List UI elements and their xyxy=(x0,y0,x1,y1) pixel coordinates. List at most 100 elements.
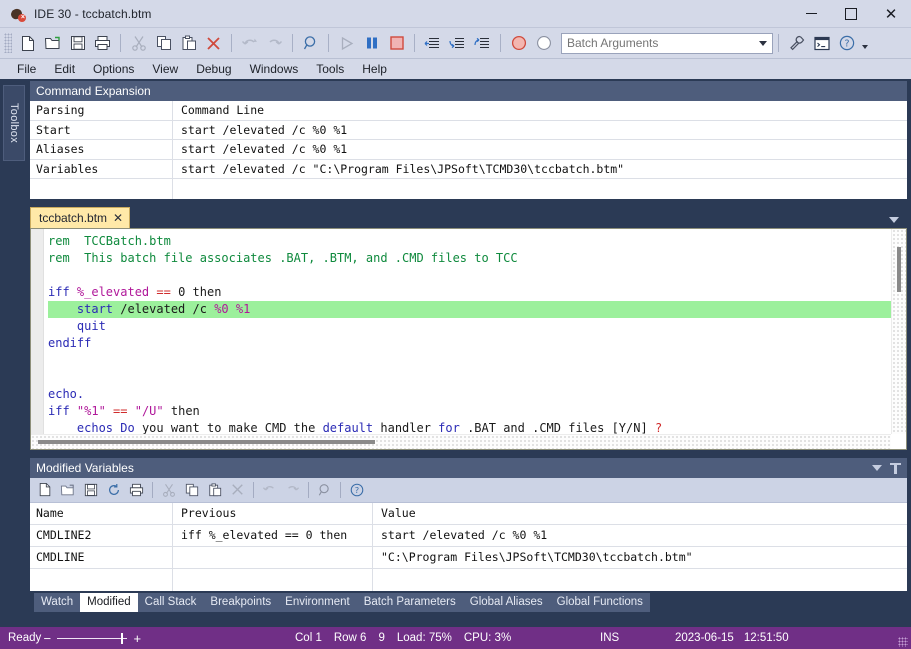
editor-gutter[interactable] xyxy=(31,228,44,449)
table-row[interactable]: Start start /elevated /c %0 %1 xyxy=(30,120,907,140)
table-row[interactable]: Aliases start /elevated /c %0 %1 xyxy=(30,140,907,160)
step-over-icon[interactable] xyxy=(446,32,469,55)
editor-vertical-scrollbar[interactable] xyxy=(891,228,906,434)
code-line[interactable] xyxy=(48,267,906,284)
menu-item-debug[interactable]: Debug xyxy=(187,60,240,78)
new-file-icon[interactable] xyxy=(34,479,55,500)
print-icon[interactable] xyxy=(91,32,114,55)
save-file-icon[interactable] xyxy=(80,479,101,500)
tab-environment[interactable]: Environment xyxy=(278,592,357,612)
clear-breakpoints-icon[interactable] xyxy=(532,32,555,55)
open-file-icon[interactable] xyxy=(57,479,78,500)
paste-icon[interactable] xyxy=(204,479,225,500)
find-icon[interactable] xyxy=(314,479,335,500)
maximize-button[interactable] xyxy=(831,0,871,28)
copy-icon[interactable] xyxy=(152,32,175,55)
configure-icon[interactable] xyxy=(785,32,808,55)
delete-icon[interactable] xyxy=(202,32,225,55)
undo-icon[interactable] xyxy=(238,32,261,55)
undo-icon[interactable] xyxy=(259,479,280,500)
refresh-icon[interactable] xyxy=(103,479,124,500)
cut-icon[interactable] xyxy=(158,479,179,500)
code-line[interactable]: rem TCCBatch.btm xyxy=(48,233,906,250)
menu-item-help[interactable]: Help xyxy=(353,60,396,78)
resize-grip[interactable] xyxy=(898,637,908,647)
help-icon[interactable]: ? xyxy=(835,32,858,55)
code-line[interactable]: echo. xyxy=(48,386,906,403)
tab-modified[interactable]: Modified xyxy=(80,592,138,612)
new-file-icon[interactable] xyxy=(16,32,39,55)
pin-icon[interactable] xyxy=(890,462,901,474)
breakpoint-icon[interactable] xyxy=(507,32,530,55)
minimize-button[interactable] xyxy=(791,0,831,28)
code-line[interactable]: iff %_elevated == 0 then xyxy=(48,284,906,301)
open-file-icon[interactable] xyxy=(41,32,64,55)
scrollbar-thumb[interactable] xyxy=(897,246,901,292)
menu-item-edit[interactable]: Edit xyxy=(45,60,84,78)
redo-icon[interactable] xyxy=(263,32,286,55)
code-line[interactable] xyxy=(48,352,906,369)
delete-icon[interactable] xyxy=(227,479,248,500)
column-header-previous[interactable]: Previous xyxy=(173,502,373,524)
tab-watch[interactable]: Watch xyxy=(34,592,81,612)
menu-item-view[interactable]: View xyxy=(143,60,187,78)
editor-tab-chevron-down-icon[interactable] xyxy=(889,216,899,223)
code-line[interactable]: iff "%1" == "/U" then xyxy=(48,403,906,420)
zoom-thumb[interactable] xyxy=(121,632,124,644)
batch-arguments-input[interactable] xyxy=(562,33,772,53)
menu-item-tools[interactable]: Tools xyxy=(307,60,353,78)
tab-call-stack[interactable]: Call Stack xyxy=(137,592,204,612)
table-row[interactable]: CMDLINE "C:\Program Files\JPSoft\TCMD30\… xyxy=(30,546,907,569)
editor-tab-tccbatch[interactable]: tccbatch.btm ✕ xyxy=(30,206,131,228)
scrollbar-thumb[interactable] xyxy=(38,439,375,444)
table-row[interactable]: Variables start /elevated /c "C:\Program… xyxy=(30,159,907,179)
paste-icon[interactable] xyxy=(177,32,200,55)
close-icon[interactable]: ✕ xyxy=(113,211,123,225)
editor-code[interactable]: rem TCCBatch.btm rem This batch file ass… xyxy=(44,229,906,449)
step-into-icon[interactable] xyxy=(421,32,444,55)
batch-arguments-combo[interactable] xyxy=(561,32,773,54)
toolbox-tab[interactable]: Toolbox xyxy=(3,85,25,161)
redo-icon[interactable] xyxy=(282,479,303,500)
table-row[interactable] xyxy=(30,179,907,199)
stop-icon[interactable] xyxy=(385,32,408,55)
console-icon[interactable] xyxy=(810,32,833,55)
zoom-out-button[interactable]: − xyxy=(41,631,53,646)
column-header-name[interactable]: Name xyxy=(30,502,173,524)
table-row[interactable] xyxy=(30,568,907,591)
zoom-in-button[interactable]: + xyxy=(131,631,143,646)
code-line[interactable]: start /elevated /c %0 %1 xyxy=(48,300,906,318)
toolbar-overflow-chevron-icon[interactable] xyxy=(862,44,868,49)
code-line[interactable]: quit xyxy=(48,318,906,335)
tab-batch-parameters[interactable]: Batch Parameters xyxy=(356,592,463,612)
find-icon[interactable] xyxy=(299,32,322,55)
zoom-track[interactable] xyxy=(57,632,128,644)
tab-breakpoints[interactable]: Breakpoints xyxy=(203,592,279,612)
cut-icon[interactable] xyxy=(127,32,150,55)
chevron-down-icon[interactable] xyxy=(759,40,767,46)
code-editor[interactable]: rem TCCBatch.btm rem This batch file ass… xyxy=(30,227,907,450)
table-row[interactable]: CMDLINE2 iff %_elevated == 0 then start … xyxy=(30,524,907,547)
menu-item-file[interactable]: File xyxy=(8,60,45,78)
run-icon[interactable] xyxy=(335,32,358,55)
table-row[interactable]: Parsing Command Line xyxy=(30,101,907,121)
code-line[interactable] xyxy=(48,369,906,386)
help-icon[interactable]: ? xyxy=(346,479,367,500)
column-header-value[interactable]: Value xyxy=(373,503,907,524)
step-out-icon[interactable] xyxy=(471,32,494,55)
code-line[interactable]: endiff xyxy=(48,335,906,352)
save-file-icon[interactable] xyxy=(66,32,89,55)
panel-chevron-down-icon[interactable] xyxy=(872,464,882,471)
print-icon[interactable] xyxy=(126,479,147,500)
tab-global-functions[interactable]: Global Functions xyxy=(549,592,650,612)
tab-global-aliases[interactable]: Global Aliases xyxy=(462,592,550,612)
copy-icon[interactable] xyxy=(181,479,202,500)
menu-item-windows[interactable]: Windows xyxy=(241,60,308,78)
toolbar-grip[interactable] xyxy=(4,33,12,53)
editor-horizontal-scrollbar[interactable] xyxy=(31,433,891,449)
close-button[interactable]: ✕ xyxy=(871,0,911,28)
pause-icon[interactable] xyxy=(360,32,383,55)
zoom-slider[interactable]: − + xyxy=(41,631,143,646)
menu-item-options[interactable]: Options xyxy=(84,60,143,78)
code-line[interactable]: rem This batch file associates .BAT, .BT… xyxy=(48,250,906,267)
